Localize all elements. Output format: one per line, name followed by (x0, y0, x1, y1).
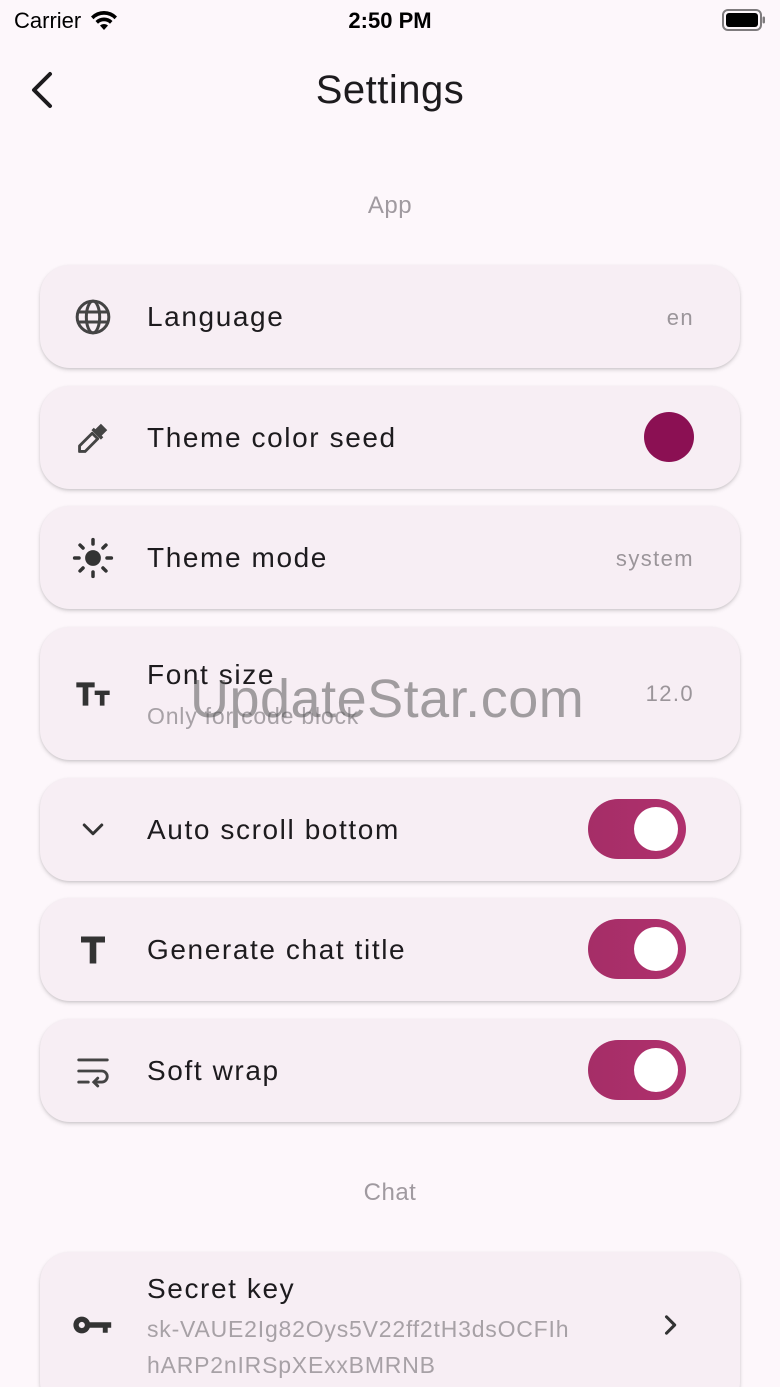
toggle-knob (634, 1048, 678, 1092)
generate-chat-title-label: Generate chat title (147, 934, 407, 965)
toggle-knob (634, 807, 678, 851)
language-value: en (666, 305, 694, 330)
theme-mode-setting[interactable]: Theme mode system (40, 506, 740, 609)
eyedropper-icon (72, 417, 114, 459)
key-icon (72, 1304, 114, 1346)
font-size-subtitle: Only for code block (147, 703, 360, 729)
wrap-text-icon (72, 1050, 114, 1092)
page-title: Settings (315, 68, 465, 112)
language-label: Language (147, 301, 285, 332)
status-bar: Carrier 2:50 PM (0, 0, 780, 40)
chevron-down-icon (72, 809, 114, 851)
brightness-icon (72, 537, 114, 579)
generate-chat-title-setting[interactable]: Generate chat title (40, 898, 740, 1001)
chevron-right-icon (664, 1315, 677, 1335)
theme-mode-value: system (615, 546, 694, 571)
auto-scroll-bottom-setting[interactable]: Auto scroll bottom (40, 778, 740, 881)
theme-color-seed-label: Theme color seed (147, 422, 397, 453)
secret-key-label: Secret key (147, 1273, 296, 1304)
secret-key-value-line1: sk-VAUE2Ig82Oys5V22ff2tH3dsOCFIh (147, 1316, 570, 1342)
theme-mode-label: Theme mode (147, 542, 328, 573)
soft-wrap-label: Soft wrap (147, 1055, 280, 1086)
section-header-app: App (367, 192, 413, 219)
app-bar: Settings (0, 50, 780, 134)
globe-icon (72, 296, 114, 338)
toggle-knob (634, 927, 678, 971)
auto-scroll-bottom-label: Auto scroll bottom (147, 814, 400, 845)
font-size-setting[interactable]: Font size Only for code block 12.0 (40, 627, 740, 760)
secret-key-value-line2: hARP2nIRSpXExxBMRNB (147, 1352, 436, 1378)
text-size-icon (72, 673, 114, 715)
soft-wrap-toggle[interactable] (588, 1040, 686, 1100)
title-icon (72, 929, 114, 971)
font-size-value: 12.0 (645, 681, 694, 706)
theme-color-seed-setting[interactable]: Theme color seed (40, 386, 740, 489)
auto-scroll-bottom-toggle[interactable] (588, 799, 686, 859)
language-setting[interactable]: Language en (40, 265, 740, 368)
section-header-chat: Chat (363, 1179, 417, 1206)
font-size-label: Font size (147, 659, 275, 690)
status-time: 2:50 PM (348, 8, 432, 33)
soft-wrap-setting[interactable]: Soft wrap (40, 1019, 740, 1122)
theme-color-swatch (644, 412, 694, 462)
secret-key-setting[interactable]: Secret key sk-VAUE2Ig82Oys5V22ff2tH3dsOC… (40, 1252, 740, 1387)
generate-chat-title-toggle[interactable] (588, 919, 686, 979)
battery-icon (722, 9, 765, 31)
